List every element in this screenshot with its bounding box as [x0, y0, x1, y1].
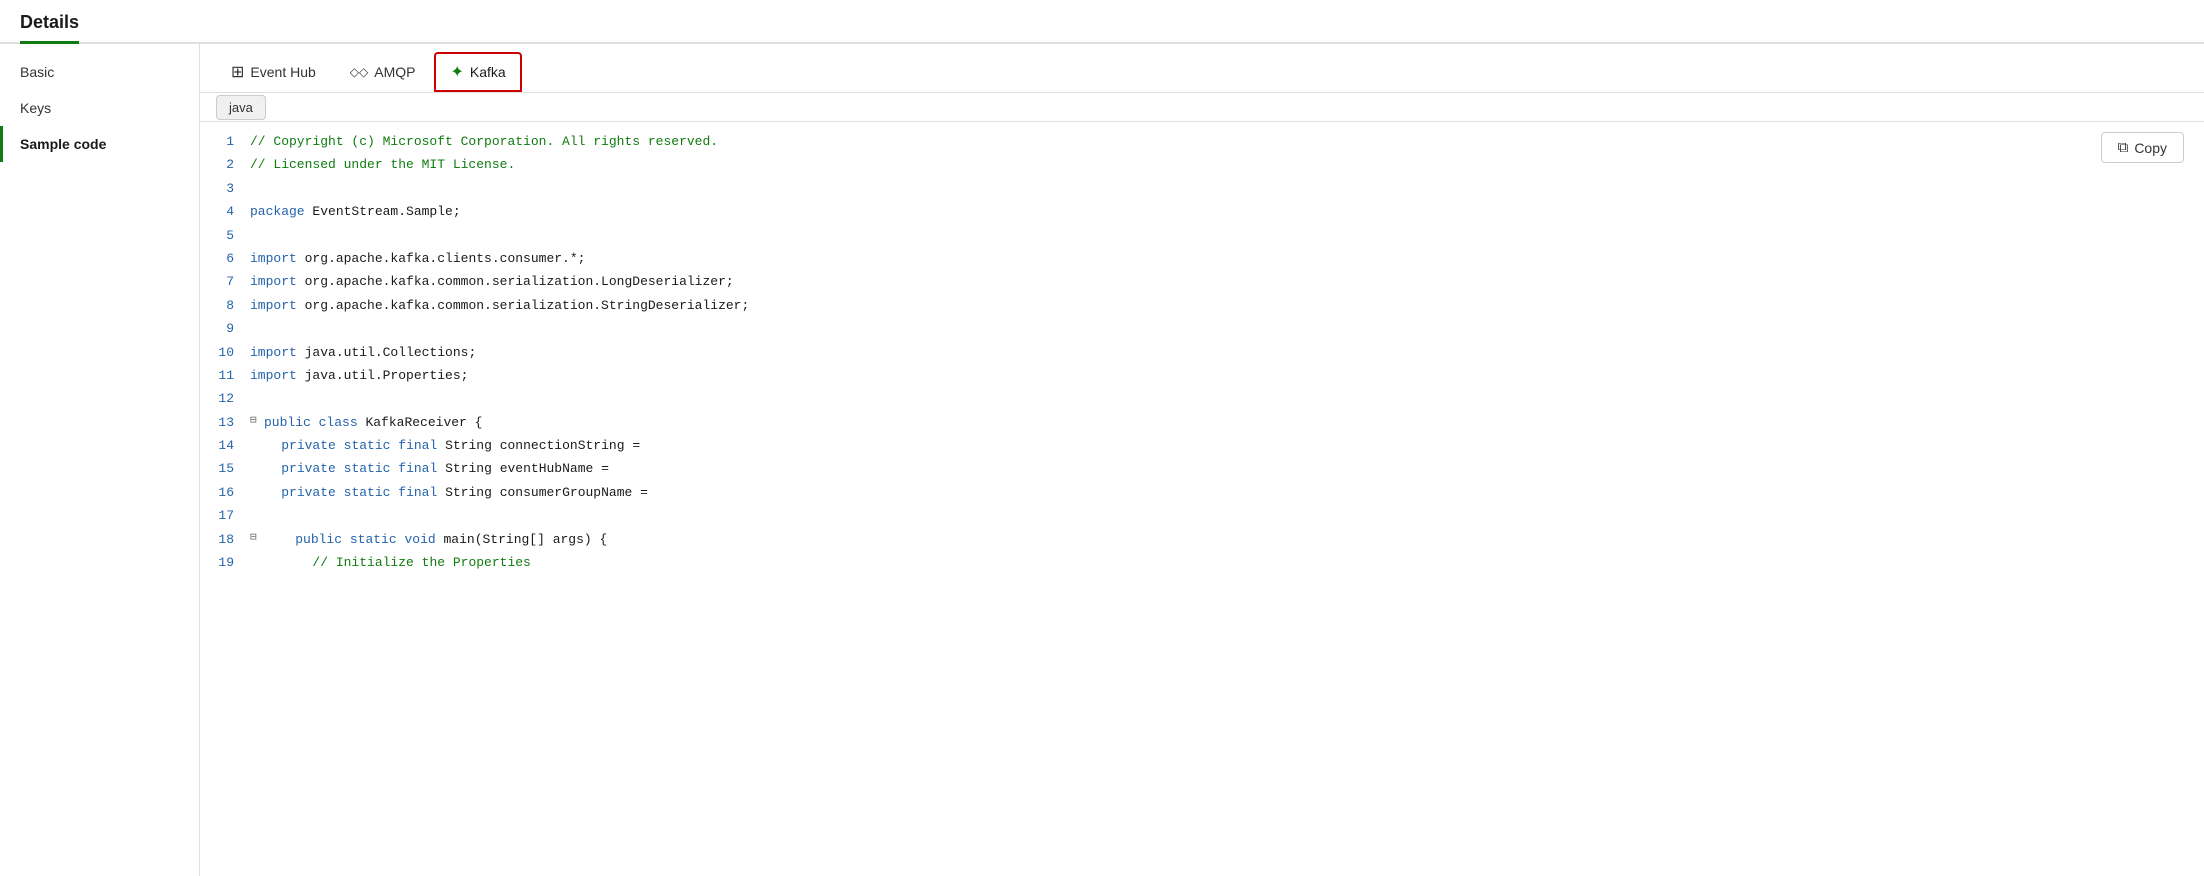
- code-line-16: private static final String consumerGrou…: [250, 481, 2124, 504]
- code-line-5: [250, 224, 2124, 247]
- main-layout: Basic Keys Sample code ⊞ Event Hub ◇◇ AM…: [0, 44, 2204, 876]
- code-line-17: [250, 504, 2124, 527]
- fold-icon-13[interactable]: ⊟: [250, 412, 264, 432]
- tab-bar: ⊞ Event Hub ◇◇ AMQP ✦ Kafka: [200, 44, 2204, 93]
- code-line-14: private static final String connectionSt…: [250, 434, 2124, 457]
- code-line-9: [250, 317, 2124, 340]
- app-container: Details Basic Keys Sample code ⊞ Event H…: [0, 0, 2204, 876]
- code-line-6: import org.apache.kafka.clients.consumer…: [250, 247, 2124, 270]
- code-line-18: ⊟ public static void main(String[] args)…: [250, 528, 2124, 551]
- tab-kafka[interactable]: ✦ Kafka: [434, 52, 521, 92]
- code-line-8: import org.apache.kafka.common.serializa…: [250, 294, 2124, 317]
- sidebar-item-sample-code[interactable]: Sample code: [0, 126, 199, 162]
- copy-label: Copy: [2134, 140, 2167, 156]
- tab-amqp[interactable]: ◇◇ AMQP: [335, 55, 431, 89]
- code-line-13: ⊟public class KafkaReceiver {: [250, 411, 2124, 434]
- code-line-15: private static final String eventHubName…: [250, 457, 2124, 480]
- page-title-bar: Details: [0, 0, 2204, 44]
- sidebar-item-basic[interactable]: Basic: [0, 54, 199, 90]
- fold-icon-18[interactable]: ⊟: [250, 529, 264, 549]
- sidebar: Basic Keys Sample code: [0, 44, 200, 876]
- copy-icon: ⧉: [2118, 139, 2129, 156]
- code-line-12: [250, 387, 2124, 410]
- page-title: Details: [20, 12, 79, 44]
- event-hub-icon: ⊞: [231, 62, 244, 82]
- line-numbers: 1 2 3 4 5 6 7 8 9 10 11 12 13 14: [200, 130, 250, 868]
- content-area: ⊞ Event Hub ◇◇ AMQP ✦ Kafka java: [200, 44, 2204, 876]
- code-line-4: package EventStream.Sample;: [250, 200, 2124, 223]
- sidebar-item-keys[interactable]: Keys: [0, 90, 199, 126]
- tab-amqp-label: AMQP: [374, 64, 415, 80]
- tab-event-hub[interactable]: ⊞ Event Hub: [216, 53, 331, 91]
- code-line-19: // Initialize the Properties: [250, 551, 2124, 574]
- code-line-11: import java.util.Properties;: [250, 364, 2124, 387]
- language-bar: java: [200, 93, 2204, 122]
- code-line-2: // Licensed under the MIT License.: [250, 153, 2124, 176]
- copy-button[interactable]: ⧉ Copy: [2101, 132, 2184, 163]
- tab-kafka-label: Kafka: [470, 64, 506, 80]
- language-badge[interactable]: java: [216, 95, 266, 120]
- code-lines: // Copyright (c) Microsoft Corporation. …: [250, 130, 2204, 868]
- code-line-1: // Copyright (c) Microsoft Corporation. …: [250, 130, 2124, 153]
- code-line-10: import java.util.Collections;: [250, 341, 2124, 364]
- kafka-icon: ✦: [450, 62, 463, 82]
- code-container[interactable]: ⧉ Copy 1 2 3 4 5 6 7 8 9 10: [200, 122, 2204, 876]
- code-area: java ⧉ Copy 1 2 3 4 5: [200, 93, 2204, 876]
- amqp-icon: ◇◇: [350, 65, 368, 79]
- code-line-7: import org.apache.kafka.common.serializa…: [250, 270, 2124, 293]
- code-line-3: [250, 177, 2124, 200]
- tab-event-hub-label: Event Hub: [250, 64, 315, 80]
